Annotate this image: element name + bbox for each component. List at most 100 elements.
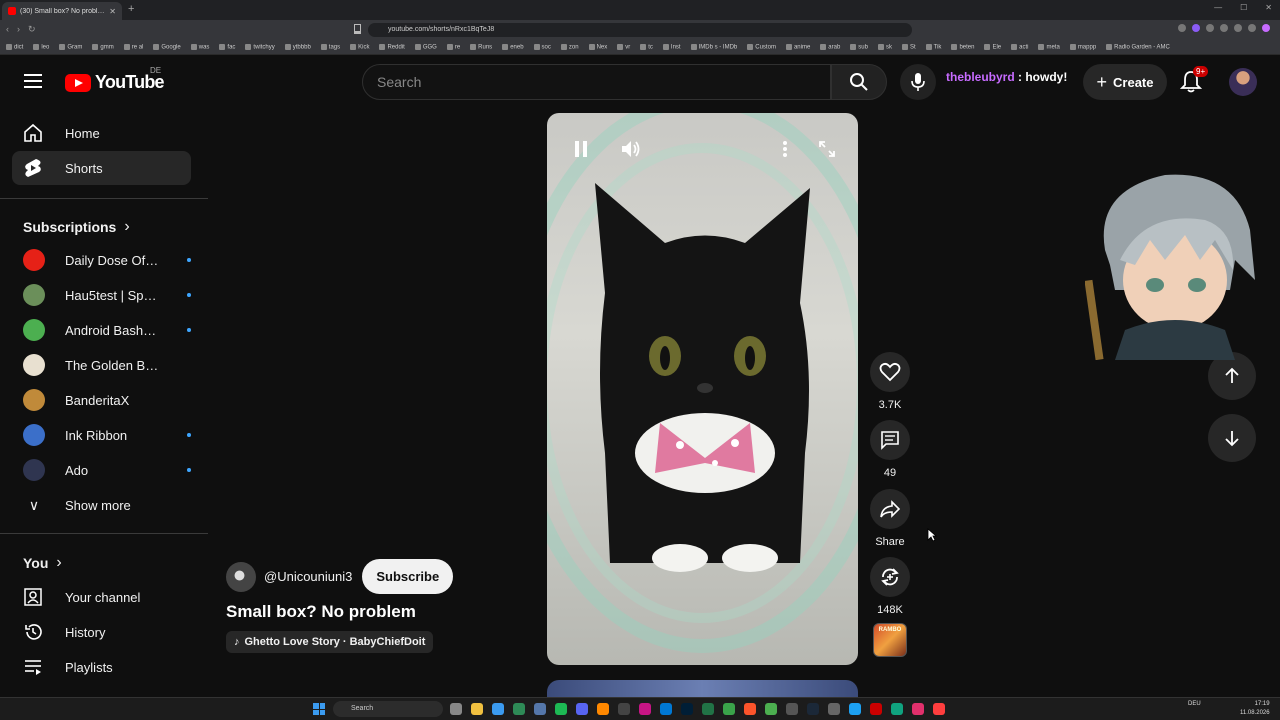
sidebar-item-shorts[interactable]: Shorts — [12, 151, 191, 185]
bookmark-item[interactable]: Inst — [663, 44, 681, 50]
bookmark-item[interactable]: Runs — [470, 44, 492, 50]
language-indicator[interactable]: DEU — [1188, 701, 1201, 707]
app-icon[interactable] — [723, 703, 735, 715]
extension-icon[interactable] — [1178, 24, 1186, 32]
sidebar-item-playlists[interactable]: Playlists — [12, 650, 191, 684]
app-icon[interactable] — [765, 703, 777, 715]
app-icon[interactable] — [849, 703, 861, 715]
app-icon[interactable] — [618, 703, 630, 715]
forward-icon[interactable]: › — [17, 24, 20, 35]
bookmark-item[interactable]: meta — [1038, 44, 1059, 50]
app-icon[interactable] — [891, 703, 903, 715]
remix-button[interactable]: 148K — [868, 557, 912, 616]
bookmark-item[interactable]: gmm — [92, 44, 113, 50]
taskbar-clock[interactable]: 17:19 11.08.2026 — [1240, 700, 1270, 718]
reload-icon[interactable]: ↻ — [28, 24, 36, 35]
start-icon[interactable] — [313, 703, 325, 715]
you-heading[interactable]: You › — [23, 554, 62, 572]
bookmark-item[interactable]: dict — [6, 44, 23, 50]
new-tab-icon[interactable]: + — [128, 3, 134, 15]
share-button[interactable]: Share — [868, 489, 912, 548]
channel-avatar[interactable] — [226, 561, 256, 592]
subscribe-button[interactable]: Subscribe — [362, 559, 454, 594]
app-icon[interactable] — [702, 703, 714, 715]
app-icon[interactable] — [639, 703, 651, 715]
subscription-item[interactable]: BanderitaX — [12, 383, 191, 417]
app-icon[interactable] — [534, 703, 546, 715]
app-icon[interactable] — [933, 703, 945, 715]
bookmark-item[interactable]: leo — [33, 44, 49, 50]
app-icon[interactable] — [660, 703, 672, 715]
bookmark-item[interactable]: anime — [786, 44, 810, 50]
bookmark-item[interactable]: fac — [219, 44, 235, 50]
extension-icon[interactable] — [1220, 24, 1228, 32]
shorts-video-player[interactable] — [547, 113, 858, 665]
show-more-button[interactable]: ∨ Show more — [12, 488, 191, 522]
bookmark-item[interactable]: mappp — [1070, 44, 1096, 50]
extension-icon[interactable] — [1248, 24, 1256, 32]
subscription-item[interactable]: Ado — [12, 453, 191, 487]
minimize-icon[interactable]: — — [1214, 3, 1222, 12]
subscriptions-heading[interactable]: Subscriptions › — [23, 218, 130, 236]
create-button[interactable]: + Create — [1083, 64, 1167, 100]
bookmark-item[interactable]: vr — [617, 44, 630, 50]
subscription-item[interactable]: Ink Ribbon — [12, 418, 191, 452]
account-avatar[interactable] — [1229, 68, 1257, 96]
bookmark-item[interactable]: sk — [878, 44, 892, 50]
bookmark-item[interactable]: Tik — [926, 44, 942, 50]
extension-icon[interactable] — [1234, 24, 1242, 32]
app-icon[interactable] — [576, 703, 588, 715]
subscription-item[interactable]: The Golden Balance — [12, 348, 191, 382]
app-icon[interactable] — [597, 703, 609, 715]
subscription-item[interactable]: Android Basha | ... — [12, 313, 191, 347]
bookmark-item[interactable]: Custom — [747, 44, 776, 50]
app-icon[interactable] — [492, 703, 504, 715]
bookmark-item[interactable]: Kick — [350, 44, 369, 50]
comments-button[interactable]: 49 — [868, 420, 912, 479]
url-field[interactable]: youtube.com/shorts/nRxc1BqTeJ8 — [368, 23, 912, 37]
app-icon[interactable] — [471, 703, 483, 715]
maximize-icon[interactable]: ☐ — [1240, 3, 1247, 12]
bookmark-item[interactable]: Google — [153, 44, 180, 50]
bookmark-item[interactable]: soc — [534, 44, 551, 50]
sidebar-item-history[interactable]: History — [12, 615, 191, 649]
subscription-item[interactable]: Hau5test | Speed... — [12, 278, 191, 312]
menu-icon[interactable] — [24, 74, 42, 88]
search-input[interactable] — [377, 74, 816, 90]
fullscreen-button[interactable] — [815, 137, 839, 161]
bookmark-item[interactable]: Reddit — [379, 44, 404, 50]
search-button[interactable] — [831, 64, 887, 100]
bookmark-item[interactable]: St — [902, 44, 916, 50]
app-icon[interactable] — [912, 703, 924, 715]
app-icon[interactable] — [870, 703, 882, 715]
extension-icon[interactable] — [1206, 24, 1214, 32]
app-icon[interactable] — [828, 703, 840, 715]
bookmark-item[interactable]: arab — [820, 44, 840, 50]
bookmark-item[interactable]: GGG — [415, 44, 437, 50]
more-options-button[interactable] — [773, 137, 797, 161]
subscription-item[interactable]: Daily Dose Of Int... — [12, 243, 191, 277]
back-icon[interactable]: ‹ — [6, 24, 9, 35]
bookmark-item[interactable]: beten — [951, 44, 974, 50]
bookmark-item[interactable]: Gram — [59, 44, 82, 50]
app-icon[interactable] — [807, 703, 819, 715]
browser-tab[interactable]: (30) Small box? No problem ✕ — [2, 2, 122, 20]
bookmark-item[interactable]: Nex — [589, 44, 608, 50]
app-icon[interactable] — [513, 703, 525, 715]
bookmark-item[interactable]: was — [191, 44, 210, 50]
sidebar-item-your-channel[interactable]: Your channel — [12, 580, 191, 614]
close-tab-icon[interactable]: ✕ — [109, 7, 116, 16]
youtube-logo[interactable]: YouTube DE — [65, 66, 165, 93]
bookmark-item[interactable]: sub — [850, 44, 868, 50]
volume-button[interactable] — [619, 137, 643, 161]
bookmark-item[interactable]: zon — [561, 44, 579, 50]
pause-button[interactable] — [569, 137, 593, 161]
profile-icon[interactable] — [1262, 24, 1270, 32]
bookmark-item[interactable]: Ele — [984, 44, 1001, 50]
sidebar-item-home[interactable]: Home — [12, 116, 191, 150]
bookmark-item[interactable]: re — [447, 44, 460, 50]
bookmark-item[interactable]: re al — [124, 44, 144, 50]
taskbar-search[interactable]: Search — [333, 701, 443, 717]
bookmark-item[interactable]: twitchyy — [245, 44, 274, 50]
bookmark-icon[interactable] — [354, 24, 361, 34]
